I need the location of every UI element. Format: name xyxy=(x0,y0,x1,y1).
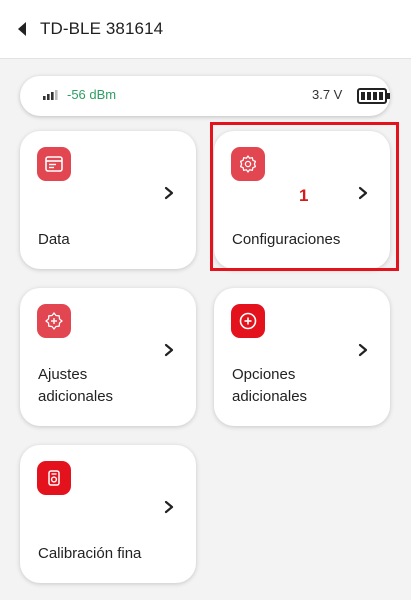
gear-icon xyxy=(231,147,265,181)
card-label-calibracion-fina: Calibración fina xyxy=(38,545,142,562)
card-label-ajustes-adicionales: Ajustes adicionales xyxy=(38,366,114,405)
card-ajustes-adicionales[interactable]: Ajustes adicionales xyxy=(20,288,196,426)
back-arrow-icon xyxy=(18,22,26,36)
star-gear-icon xyxy=(37,304,71,338)
page-title: TD-BLE 381614 xyxy=(40,19,164,38)
card-data[interactable]: Data xyxy=(20,131,196,269)
card-label-data: Data xyxy=(38,231,70,248)
chevron-right-icon xyxy=(164,343,174,357)
chevron-right-icon xyxy=(358,343,368,357)
browser-window-icon xyxy=(37,147,71,181)
back-button[interactable] xyxy=(10,16,34,42)
signal-value: -56 dBm xyxy=(67,87,117,102)
card-label-opciones-adicionales: Opciones adicionales xyxy=(232,366,308,405)
calibration-device-icon xyxy=(37,461,71,495)
chevron-right-icon xyxy=(164,186,174,200)
card-opciones-adicionales[interactable]: Opciones adicionales xyxy=(214,288,390,426)
chevron-right-icon xyxy=(358,186,368,200)
chevron-right-icon xyxy=(164,500,174,514)
card-calibracion-fina[interactable]: Calibración fina xyxy=(20,445,196,583)
app-header: TD-BLE 381614 xyxy=(0,0,411,59)
plus-circle-icon xyxy=(231,304,265,338)
status-bar: -56 dBm 3.7 V xyxy=(20,76,390,116)
card-label-configuraciones: Configuraciones xyxy=(232,231,341,248)
signal-strength-icon xyxy=(43,90,58,100)
voltage-value: 3.7 V xyxy=(312,87,343,102)
battery-icon xyxy=(357,88,390,104)
annotation-number: 1 xyxy=(299,186,309,205)
